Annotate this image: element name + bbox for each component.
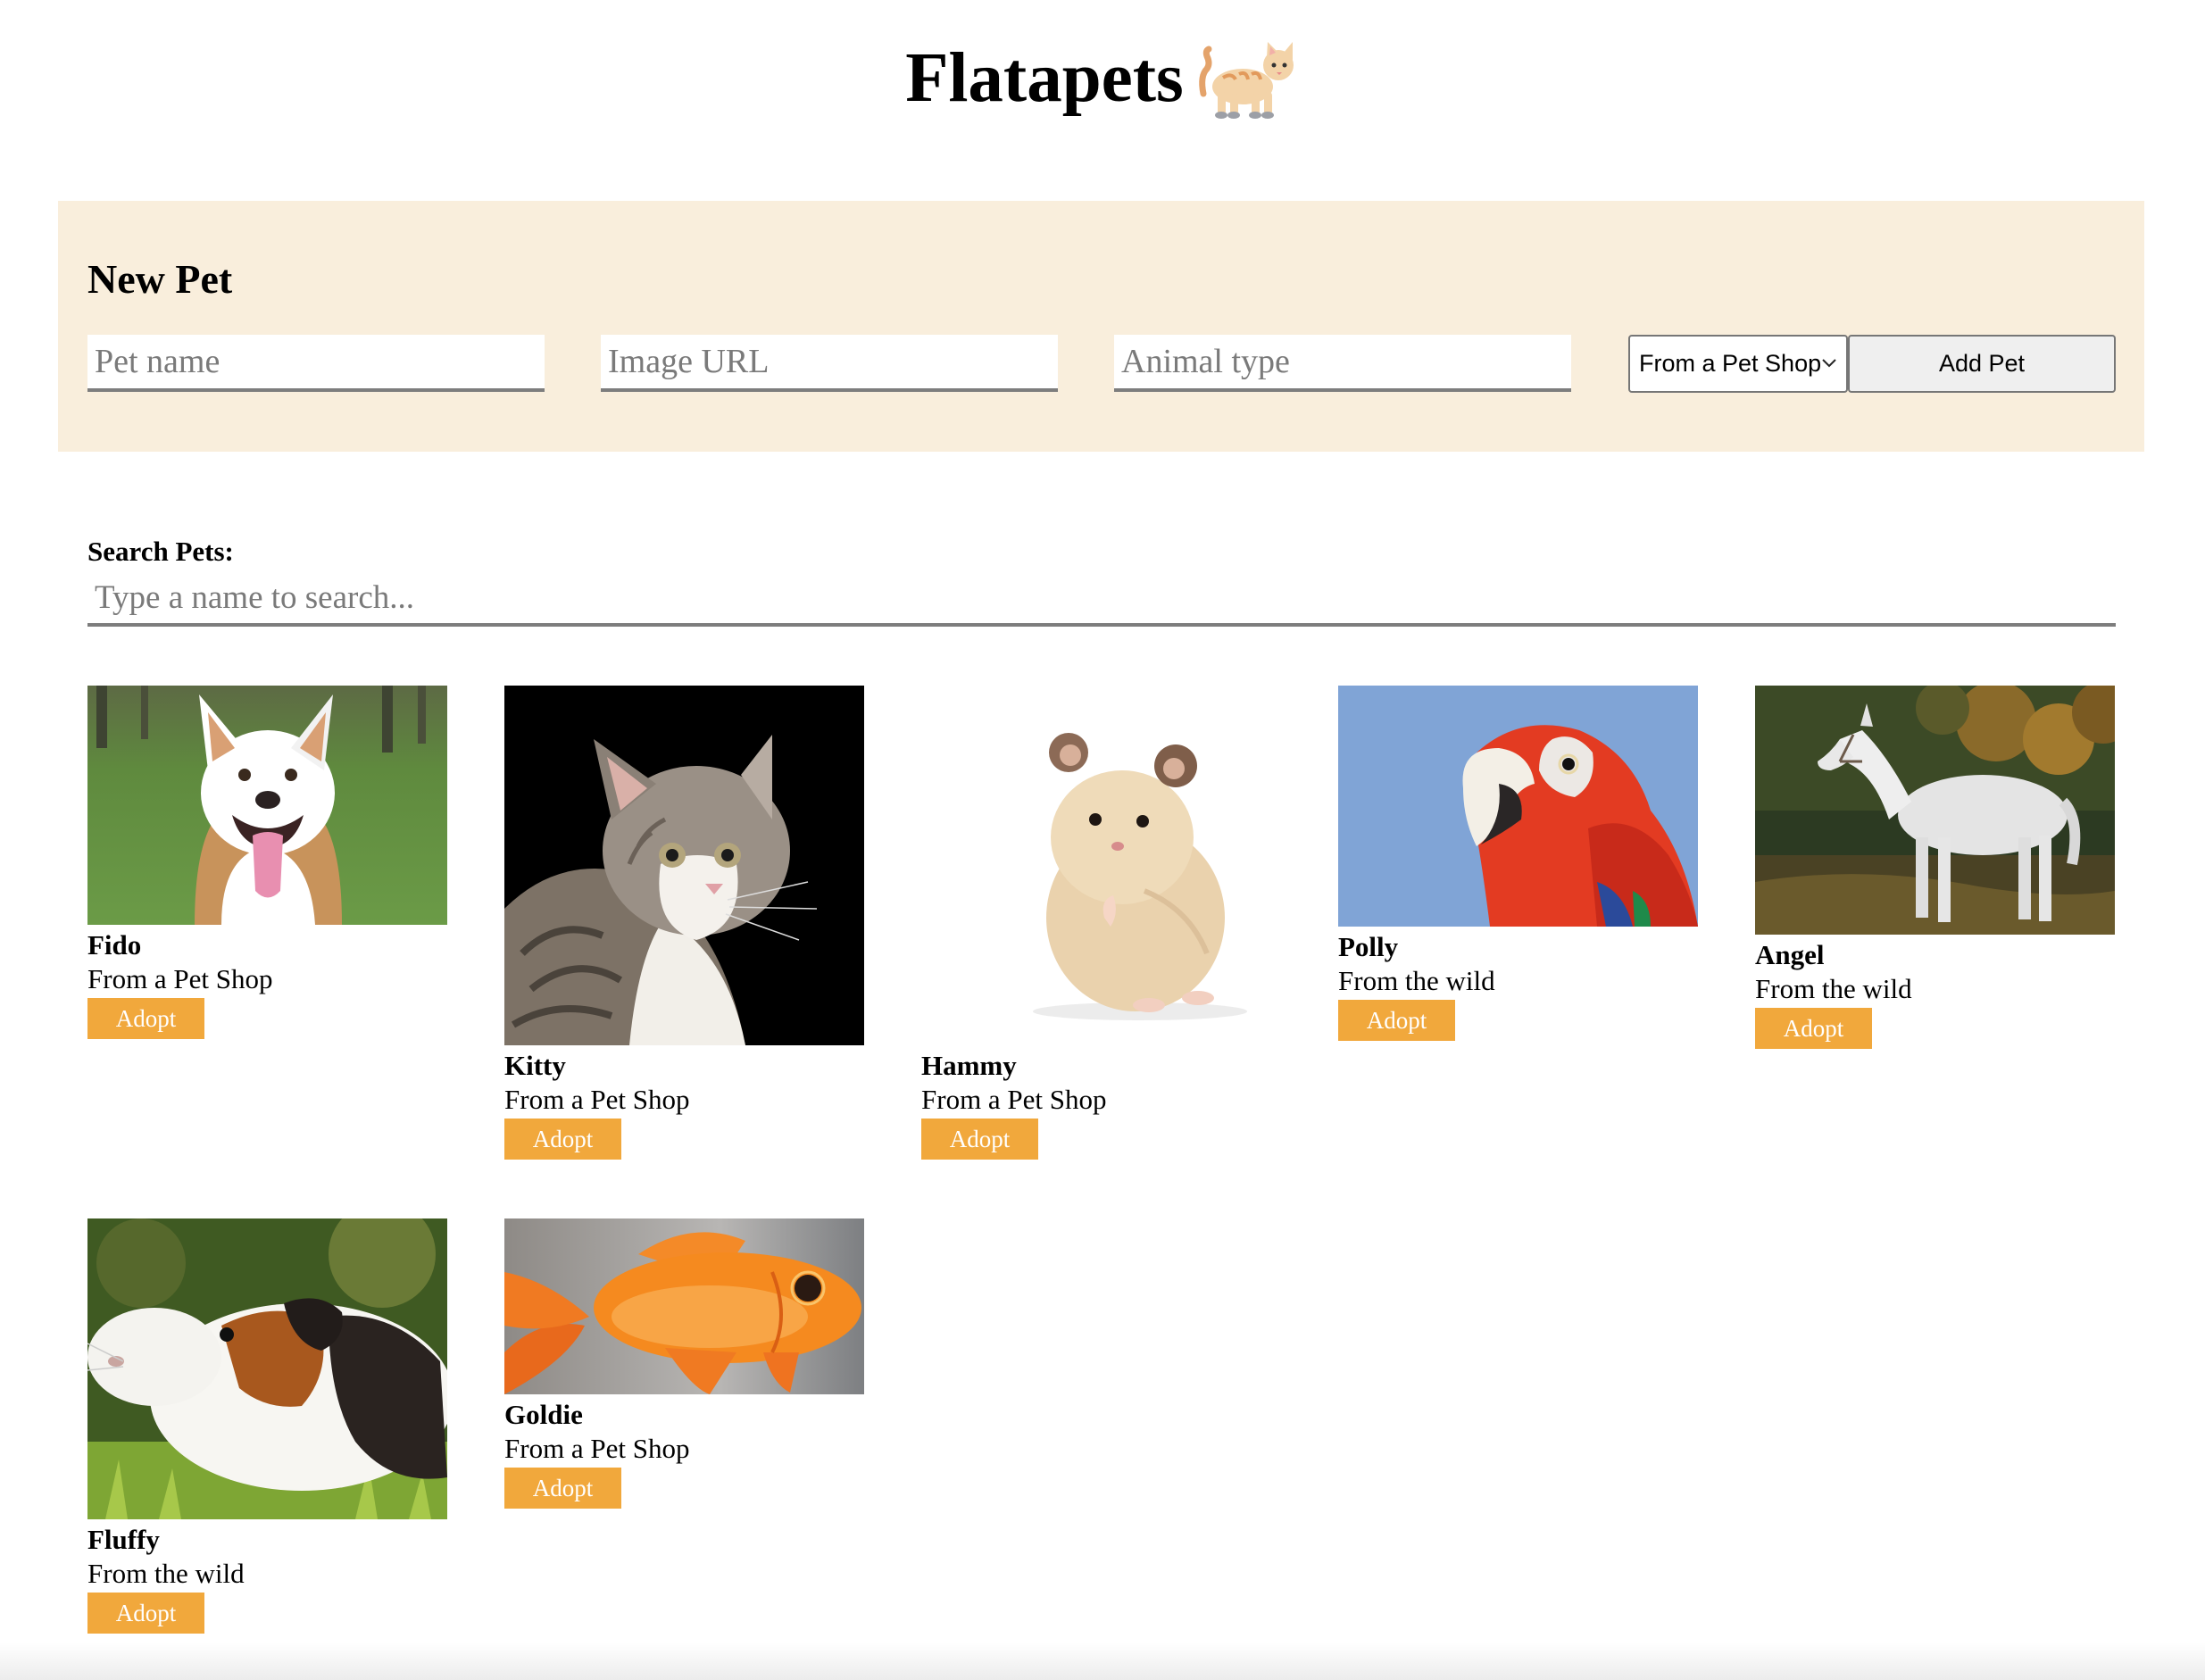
adopt-button[interactable]: Adopt [87,1593,204,1634]
pet-source: From a Pet Shop [504,1433,690,1464]
pet-name: Kitty [504,1050,566,1081]
new-pet-heading: New Pet [87,256,233,302]
cat-emoji-icon [1196,31,1300,121]
adopt-button[interactable]: Adopt [87,998,204,1039]
pet-source: From a Pet Shop [504,1084,690,1115]
adopt-button[interactable]: Adopt [1755,1008,1872,1049]
search-label: Search Pets: [87,536,234,567]
search-input[interactable] [87,571,2116,627]
pet-name: Goldie [504,1399,583,1430]
pet-source-select[interactable]: From a Pet Shop [1628,335,1848,393]
pet-photo-horse [1755,686,2115,935]
pet-name: Hammy [921,1050,1017,1081]
pet-source: From a Pet Shop [87,963,273,994]
pet-card: Goldie From a Pet Shop Adopt [504,1218,864,1509]
pet-photo-dog [87,686,447,925]
pet-source: From the wild [1755,973,1912,1004]
pet-card: Angel From the wild Adopt [1755,686,2115,1049]
pet-source-selected-value: From a Pet Shop [1639,350,1822,377]
pet-source: From the wild [87,1558,245,1589]
pet-name: Angel [1755,939,1825,970]
adopt-button[interactable]: Adopt [921,1119,1038,1160]
image-url-input[interactable] [601,335,1058,392]
pet-photo-hamster [921,686,1281,1045]
pet-photo-goldfish [504,1218,864,1394]
pet-card: Fido From a Pet Shop Adopt [87,686,447,1039]
app-header: Flatapets [0,32,2205,129]
pet-card: Kitty From a Pet Shop Adopt [504,686,864,1160]
pet-name: Polly [1338,931,1399,962]
pet-photo-parrot [1338,686,1698,927]
pet-name-input[interactable] [87,335,545,392]
pet-source: From the wild [1338,965,1495,996]
add-pet-button[interactable]: Add Pet [1848,335,2116,393]
animal-type-input[interactable] [1114,335,1571,392]
page-title: Flatapets [905,39,1184,117]
pet-source: From a Pet Shop [921,1084,1107,1115]
pet-card: Fluffy From the wild Adopt [87,1218,447,1634]
pet-name: Fido [87,929,142,961]
pet-photo-cat [504,686,864,1045]
adopt-button[interactable]: Adopt [1338,1000,1455,1041]
new-pet-form: New Pet From a Pet Shop Add Pet [58,201,2144,452]
adopt-button[interactable]: Adopt [504,1468,621,1509]
pet-name: Fluffy [87,1524,160,1555]
pet-photo-guinea-pig [87,1218,447,1519]
pet-card: Hammy From a Pet Shop Adopt [921,686,1281,1160]
pet-card: Polly From the wild Adopt [1338,686,1698,1041]
adopt-button[interactable]: Adopt [504,1119,621,1160]
page-bottom-edge [0,1643,2205,1680]
app-root: Flatapets New Pet Pet name Image URL Ani… [0,0,2205,1680]
chevron-down-icon [1822,359,1836,368]
